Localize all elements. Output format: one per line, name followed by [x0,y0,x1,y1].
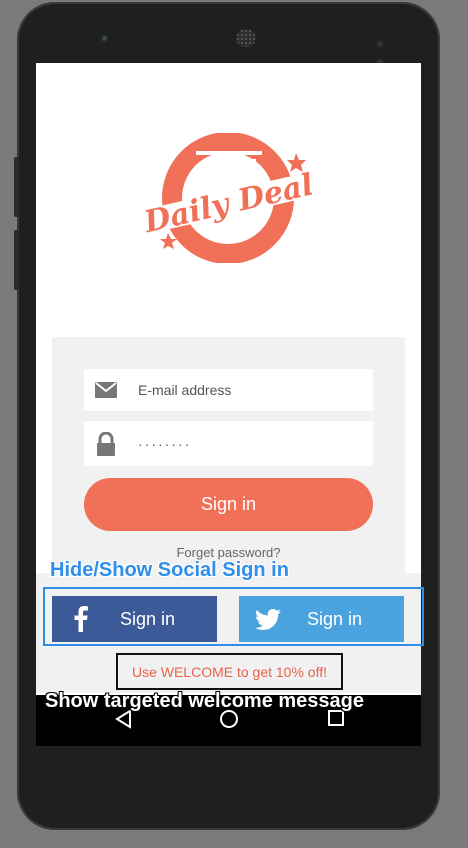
login-panel: E-mail address ········ [52,337,405,573]
camera-icon [100,34,109,43]
welcome-annotation-label: Show targeted welcome message [45,690,365,712]
welcome-message-box: Use WELCOME to get 10% off! [116,653,343,690]
welcome-message: Use WELCOME to get 10% off! [131,663,328,680]
daily-deal-logo: Daily Deal [138,133,319,263]
email-placeholder: E-mail address [138,382,232,398]
password-value: ········ [138,435,192,452]
lock-icon [95,431,117,456]
email-field[interactable]: E-mail address [84,369,373,411]
sensors [377,34,399,65]
speaker-grille [236,29,256,47]
password-field[interactable]: ········ [84,421,373,466]
social-annotation-label: Hide/Show Social Sign in [50,559,289,581]
power-button [14,230,19,290]
forgot-password-link[interactable]: Forget password? [36,545,421,560]
sign-in-button[interactable]: Sign in [84,478,373,531]
social-annotation-outline [43,587,424,646]
volume-button [14,157,19,217]
mail-icon [95,379,117,401]
